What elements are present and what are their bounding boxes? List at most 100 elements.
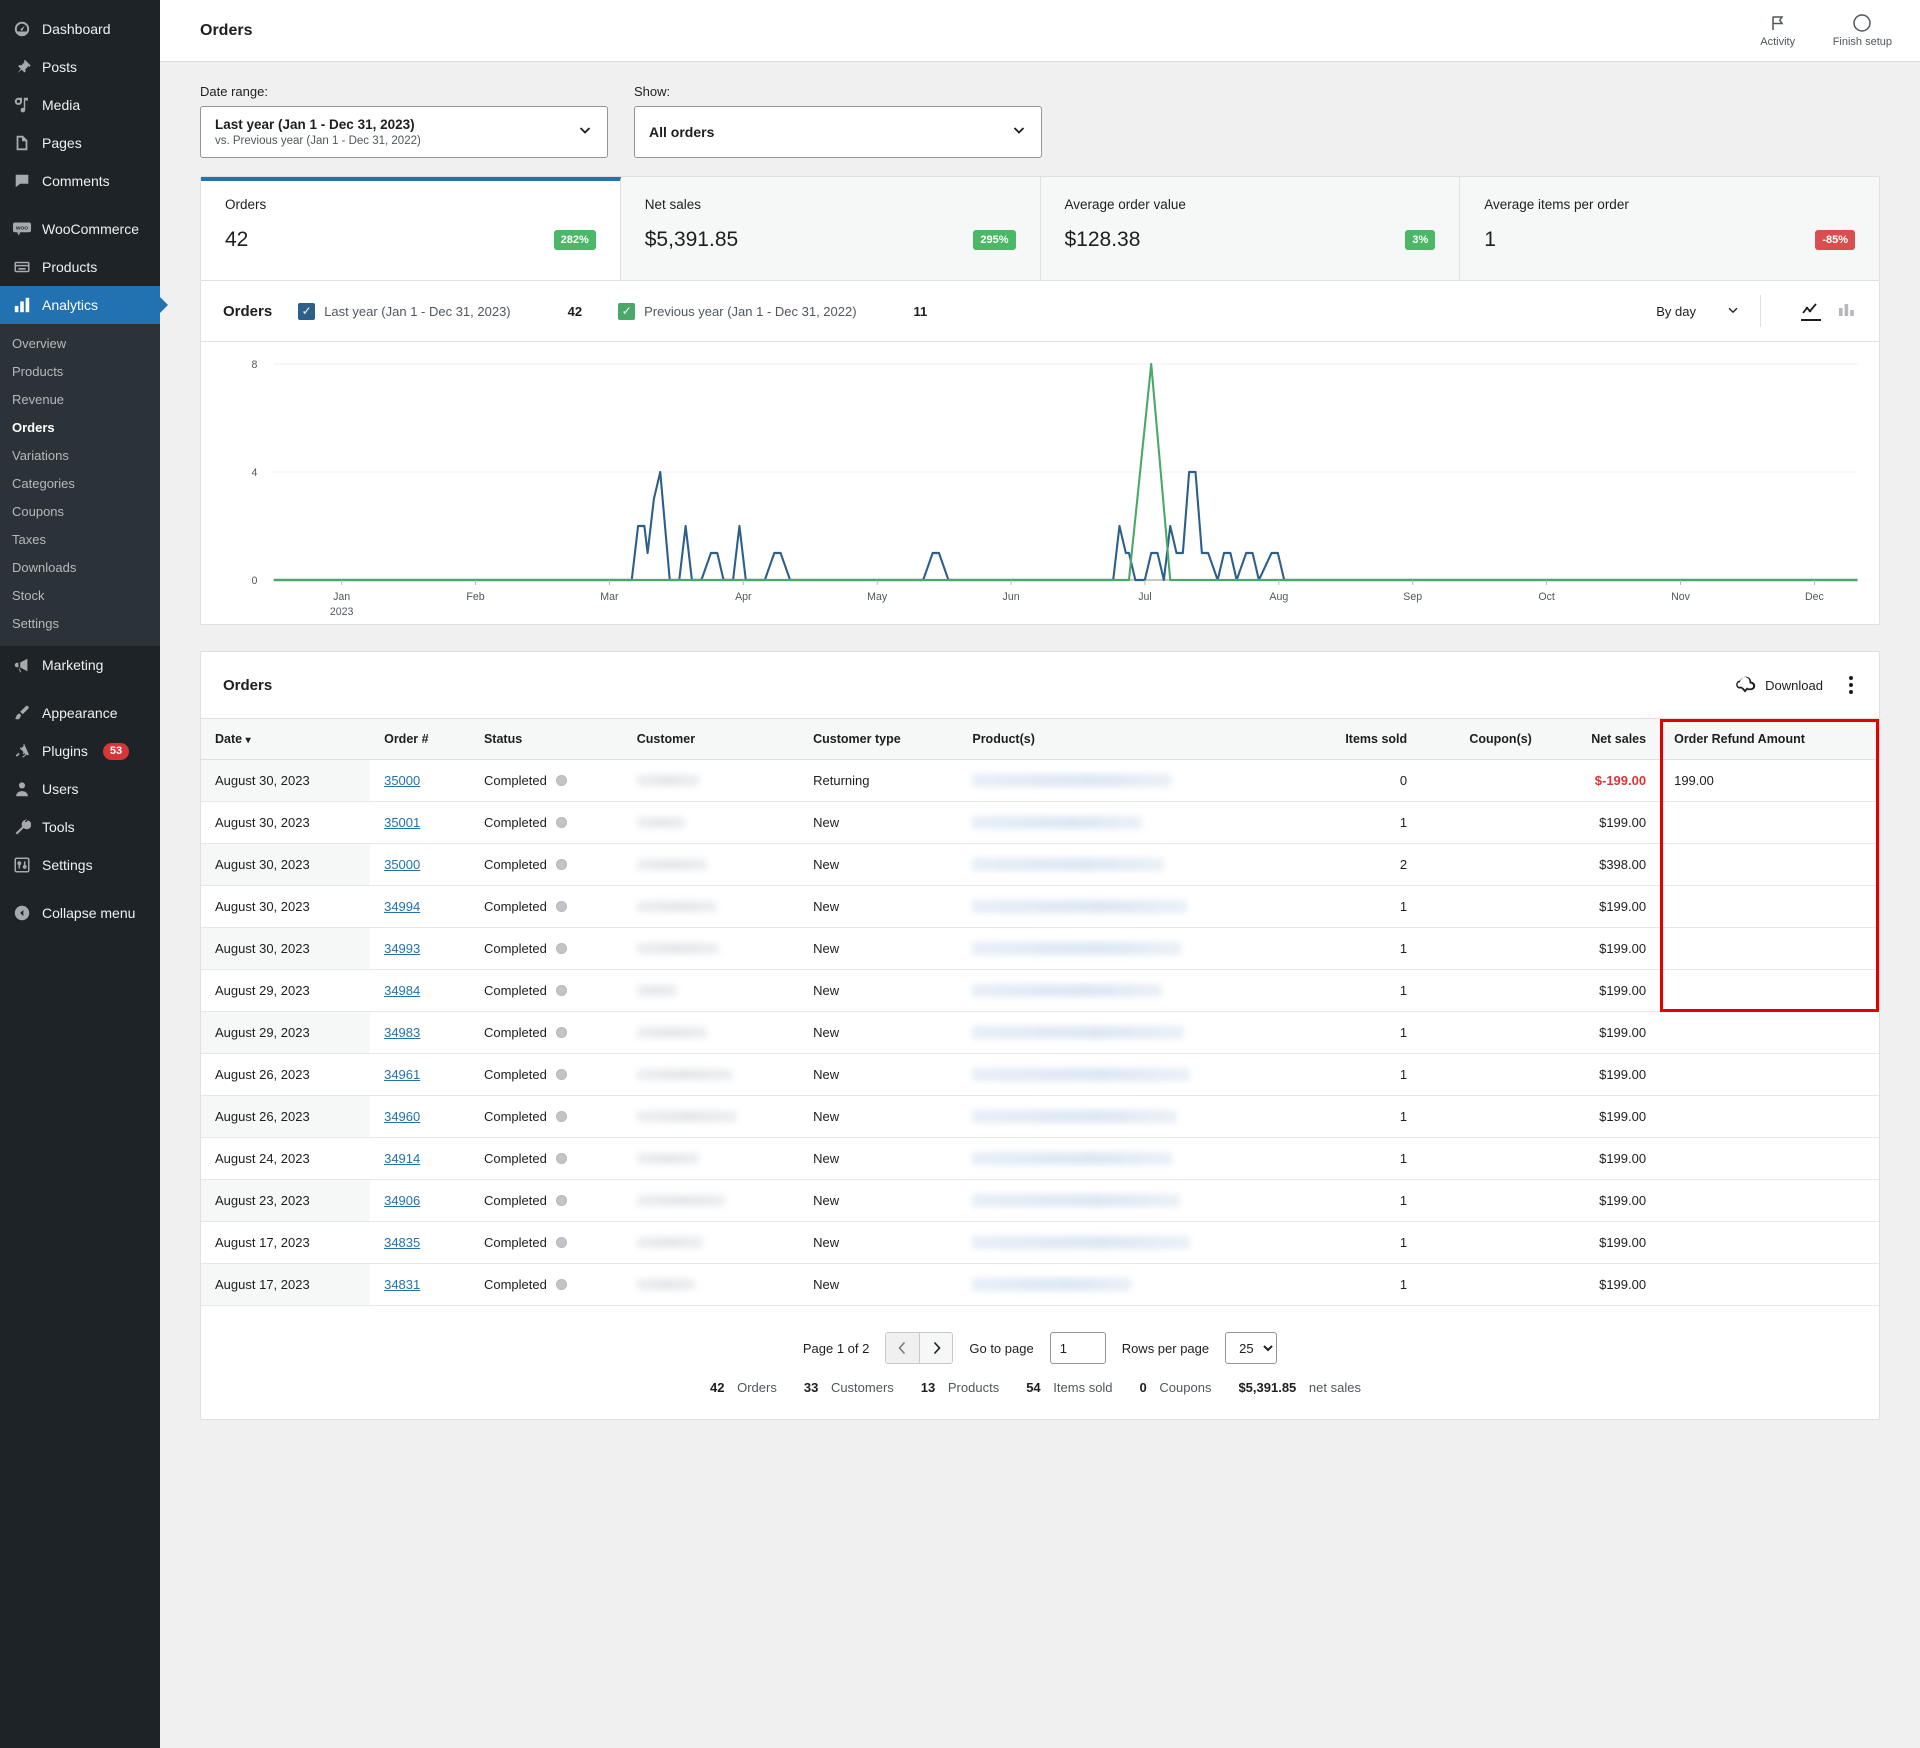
prev-page-button[interactable] xyxy=(886,1333,920,1363)
sidebar-item-settings[interactable]: Settings xyxy=(0,846,160,884)
submenu-item-taxes[interactable]: Taxes xyxy=(0,526,160,554)
order-link[interactable]: 34994 xyxy=(384,899,420,914)
sidebar-item-users[interactable]: Users xyxy=(0,770,160,808)
column-header-status[interactable]: Status xyxy=(469,718,623,760)
submenu-item-revenue[interactable]: Revenue xyxy=(0,386,160,414)
cell-items-sold: 1 xyxy=(1297,1011,1422,1054)
order-link[interactable]: 34914 xyxy=(384,1151,420,1166)
table-row[interactable]: August 30, 2023 35001 Completed New 1 $1… xyxy=(201,801,1879,844)
cell-items-sold: 1 xyxy=(1297,1263,1422,1306)
table-row[interactable]: August 23, 2023 34906 Completed New 1 $1… xyxy=(201,1179,1879,1222)
finish-setup-button[interactable]: Finish setup xyxy=(1833,13,1892,48)
table-row[interactable]: August 17, 2023 34835 Completed New 1 $1… xyxy=(201,1221,1879,1264)
download-button[interactable]: Download xyxy=(1734,675,1823,696)
table-row[interactable]: August 30, 2023 35000 Completed New 2 $3… xyxy=(201,843,1879,886)
table-row[interactable]: August 30, 2023 35000 Completed Returnin… xyxy=(201,759,1879,802)
page-content: Date range: Last year (Jan 1 - Dec 31, 2… xyxy=(160,62,1920,1450)
sidebar-item-pages[interactable]: Pages xyxy=(0,124,160,162)
column-header-products[interactable]: Product(s) xyxy=(958,718,1298,760)
column-header-items_sold[interactable]: Items sold xyxy=(1297,718,1422,760)
submenu-item-products[interactable]: Products xyxy=(0,358,160,386)
sidebar-item-collapse-menu[interactable]: Collapse menu xyxy=(0,894,160,932)
submenu-item-stock[interactable]: Stock xyxy=(0,582,160,610)
redacted-product-name xyxy=(972,1236,1191,1249)
show-select[interactable]: All orders xyxy=(634,106,1042,158)
sidebar-item-woocommerce[interactable]: WOO WooCommerce xyxy=(0,210,160,248)
table-row[interactable]: August 17, 2023 34831 Completed New 1 $1… xyxy=(201,1263,1879,1306)
order-link[interactable]: 34983 xyxy=(384,1025,420,1040)
submenu-item-categories[interactable]: Categories xyxy=(0,470,160,498)
cell-customer xyxy=(622,927,800,970)
order-link[interactable]: 34993 xyxy=(384,941,420,956)
summary-card-average-items-per-order[interactable]: Average items per order 1 -85% xyxy=(1460,177,1879,280)
sidebar-item-media[interactable]: Media xyxy=(0,86,160,124)
order-link[interactable]: 35001 xyxy=(384,815,420,830)
order-link[interactable]: 35000 xyxy=(384,857,420,872)
submenu-item-settings[interactable]: Settings xyxy=(0,610,160,638)
chart-type-toggle xyxy=(1783,301,1857,321)
redacted-customer-name xyxy=(636,1153,699,1164)
submenu-item-variations[interactable]: Variations xyxy=(0,442,160,470)
table-row[interactable]: August 26, 2023 34961 Completed New 1 $1… xyxy=(201,1053,1879,1096)
sidebar-item-marketing[interactable]: Marketing xyxy=(0,646,160,684)
cell-status: Completed xyxy=(469,1263,623,1306)
status-dot-icon xyxy=(555,859,567,870)
sidebar-item-plugins[interactable]: Plugins 53 xyxy=(0,732,160,770)
table-row[interactable]: August 26, 2023 34960 Completed New 1 $1… xyxy=(201,1095,1879,1138)
column-header-order[interactable]: Order # xyxy=(370,718,470,760)
cell-order: 34835 xyxy=(370,1221,470,1264)
table-row[interactable]: August 29, 2023 34983 Completed New 1 $1… xyxy=(201,1011,1879,1054)
sidebar-item-dashboard[interactable]: Dashboard xyxy=(0,10,160,48)
column-header-net_sales[interactable]: Net sales xyxy=(1545,718,1661,760)
summary-card-average-order-value[interactable]: Average order value $128.38 3% xyxy=(1040,177,1461,280)
sidebar-item-comments[interactable]: Comments xyxy=(0,162,160,200)
sidebar-item-appearance[interactable]: Appearance xyxy=(0,694,160,732)
table-row[interactable]: August 30, 2023 34994 Completed New 1 $1… xyxy=(201,885,1879,928)
column-header-customer_type[interactable]: Customer type xyxy=(799,718,959,760)
rows-per-page-select[interactable]: 25 xyxy=(1225,1332,1278,1364)
column-header-coupons[interactable]: Coupon(s) xyxy=(1421,718,1546,760)
show-filter: Show: All orders xyxy=(634,84,1042,158)
table-row[interactable]: August 24, 2023 34914 Completed New 1 $1… xyxy=(201,1137,1879,1180)
column-header-refund[interactable]: Order Refund Amount xyxy=(1660,718,1879,760)
goto-page-input[interactable] xyxy=(1049,1332,1106,1364)
order-link[interactable]: 34906 xyxy=(384,1193,420,1208)
order-link[interactable]: 34835 xyxy=(384,1235,420,1250)
sidebar-item-tools[interactable]: Tools xyxy=(0,808,160,846)
checkbox-checked-icon[interactable]: ✓ xyxy=(618,302,636,320)
bar-chart-icon[interactable] xyxy=(1837,301,1857,321)
submenu-item-downloads[interactable]: Downloads xyxy=(0,554,160,582)
column-header-date[interactable]: Date ▾ xyxy=(201,718,371,760)
line-chart-icon[interactable] xyxy=(1801,301,1821,321)
order-link[interactable]: 34831 xyxy=(384,1277,420,1292)
date-range-label: Date range: xyxy=(200,84,268,99)
submenu-item-orders[interactable]: Orders xyxy=(0,414,160,442)
footer-stat-number: 13 xyxy=(920,1380,936,1395)
table-row[interactable]: August 29, 2023 34984 Completed New 1 $1… xyxy=(201,969,1879,1012)
activity-button[interactable]: Activity xyxy=(1749,13,1807,48)
order-link[interactable]: 34984 xyxy=(384,983,420,998)
summary-card-net-sales[interactable]: Net sales $5,391.85 295% xyxy=(620,177,1041,280)
sidebar-item-products[interactable]: Products xyxy=(0,248,160,286)
column-header-customer[interactable]: Customer xyxy=(622,718,800,760)
status-label: Completed xyxy=(483,1109,547,1124)
summary-card-orders[interactable]: Orders 42 282% xyxy=(201,177,621,280)
date-range-select[interactable]: Last year (Jan 1 - Dec 31, 2023) vs. Pre… xyxy=(200,106,608,158)
order-link[interactable]: 35000 xyxy=(384,773,420,788)
submenu-item-coupons[interactable]: Coupons xyxy=(0,498,160,526)
sidebar-item-posts[interactable]: Posts xyxy=(0,48,160,86)
interval-select[interactable]: By day xyxy=(1656,295,1761,327)
table-row[interactable]: August 30, 2023 34993 Completed New 1 $1… xyxy=(201,927,1879,970)
sidebar-divider-3 xyxy=(0,884,160,894)
chart-legend-item-0[interactable]: ✓ Last year (Jan 1 - Dec 31, 2023) 42 xyxy=(298,302,582,320)
order-link[interactable]: 34961 xyxy=(384,1067,420,1082)
checkbox-checked-icon[interactable]: ✓ xyxy=(298,302,316,320)
kebab-menu-icon[interactable] xyxy=(1845,672,1857,698)
sidebar-item-analytics[interactable]: Analytics xyxy=(0,286,160,324)
order-link[interactable]: 34960 xyxy=(384,1109,420,1124)
cell-status: Completed xyxy=(469,1053,623,1096)
cell-status: Completed xyxy=(469,1137,623,1180)
next-page-button[interactable] xyxy=(919,1333,953,1363)
submenu-item-overview[interactable]: Overview xyxy=(0,330,160,358)
chart-legend-item-1[interactable]: ✓ Previous year (Jan 1 - Dec 31, 2022) 1… xyxy=(618,302,927,320)
